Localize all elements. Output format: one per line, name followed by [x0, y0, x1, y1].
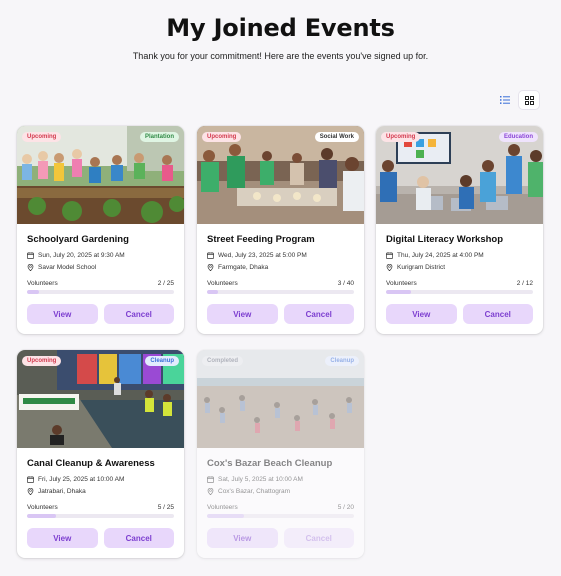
- event-image: Completed Cleanup: [197, 350, 364, 448]
- event-card: Upcoming Social Work Street Feeding Prog…: [197, 126, 364, 334]
- calendar-icon: [207, 476, 214, 483]
- event-image: Upcoming Cleanup: [17, 350, 184, 448]
- volunteer-count: Volunteers 5 / 25: [27, 504, 174, 511]
- category-badge: Cleanup: [325, 356, 359, 366]
- event-date: Thu, July 24, 2025 at 4:00 PM: [386, 252, 533, 259]
- event-name: Street Feeding Program: [207, 234, 315, 245]
- view-button[interactable]: View: [207, 528, 278, 548]
- event-location: Jatrabari, Dhaka: [27, 488, 174, 495]
- calendar-icon: [27, 476, 34, 483]
- event-date: Fri, July 25, 2025 at 10:00 AM: [27, 476, 174, 483]
- volunteer-count: Volunteers 3 / 40: [207, 280, 354, 287]
- event-name: Cox's Bazar Beach Cleanup: [207, 458, 333, 469]
- page-subtitle: Thank you for your commitment! Here are …: [132, 51, 429, 61]
- event-card: Upcoming Cleanup Canal Cleanup & Awarene…: [17, 350, 184, 558]
- event-location: Cox's Bazar, Chattogram: [207, 488, 354, 495]
- event-image: Upcoming Education: [376, 126, 543, 224]
- status-badge: Completed: [202, 356, 244, 366]
- view-button[interactable]: View: [27, 528, 98, 548]
- event-name: Canal Cleanup & Awareness: [27, 458, 155, 469]
- view-toggle: [495, 91, 539, 109]
- category-badge: Cleanup: [145, 356, 179, 366]
- list-icon: [500, 96, 510, 104]
- category-badge: Education: [498, 132, 538, 142]
- event-location: Farmgate, Dhaka: [207, 264, 354, 271]
- cancel-button[interactable]: Cancel: [103, 304, 174, 324]
- calendar-icon: [386, 252, 393, 259]
- status-badge: Upcoming: [202, 132, 242, 142]
- status-badge: Upcoming: [22, 356, 62, 366]
- event-card: Completed Cleanup Cox's Bazar Beach Clea…: [197, 350, 364, 558]
- grid-icon: [524, 95, 534, 105]
- event-location: Savar Model School: [27, 264, 174, 271]
- category-badge: Plantation: [139, 132, 179, 142]
- event-card: Upcoming Education Digital Literacy Work…: [376, 126, 543, 334]
- location-pin-icon: [386, 264, 393, 271]
- location-pin-icon: [27, 264, 34, 271]
- cancel-button: Cancel: [283, 528, 354, 548]
- grid-view-button[interactable]: [519, 91, 539, 109]
- location-pin-icon: [207, 488, 214, 495]
- calendar-icon: [207, 252, 214, 259]
- event-name: Digital Literacy Workshop: [386, 234, 504, 245]
- event-image: Upcoming Social Work: [197, 126, 364, 224]
- calendar-icon: [27, 252, 34, 259]
- location-pin-icon: [27, 488, 34, 495]
- event-location: Kurigram District: [386, 264, 533, 271]
- event-name: Schoolyard Gardening: [27, 234, 129, 245]
- cancel-button[interactable]: Cancel: [283, 304, 354, 324]
- view-button[interactable]: View: [386, 304, 457, 324]
- page-title: My Joined Events: [166, 14, 395, 42]
- cancel-button[interactable]: Cancel: [103, 528, 174, 548]
- volunteer-count: Volunteers 2 / 25: [27, 280, 174, 287]
- list-view-button[interactable]: [495, 91, 515, 109]
- view-button[interactable]: View: [207, 304, 278, 324]
- location-pin-icon: [207, 264, 214, 271]
- event-date: Sun, July 20, 2025 at 9:30 AM: [27, 252, 174, 259]
- status-badge: Upcoming: [22, 132, 62, 142]
- view-button[interactable]: View: [27, 304, 98, 324]
- cancel-button[interactable]: Cancel: [462, 304, 533, 324]
- volunteer-count: Volunteers 2 / 12: [386, 280, 533, 287]
- event-date: Wed, July 23, 2025 at 5:00 PM: [207, 252, 354, 259]
- event-image: Upcoming Plantation: [17, 126, 184, 224]
- event-card: Upcoming Plantation Schoolyard Gardening…: [17, 126, 184, 334]
- category-badge: Social Work: [314, 132, 359, 142]
- event-date: Sat, July 5, 2025 at 10:00 AM: [207, 476, 354, 483]
- volunteer-count: Volunteers 5 / 20: [207, 504, 354, 511]
- status-badge: Upcoming: [381, 132, 421, 142]
